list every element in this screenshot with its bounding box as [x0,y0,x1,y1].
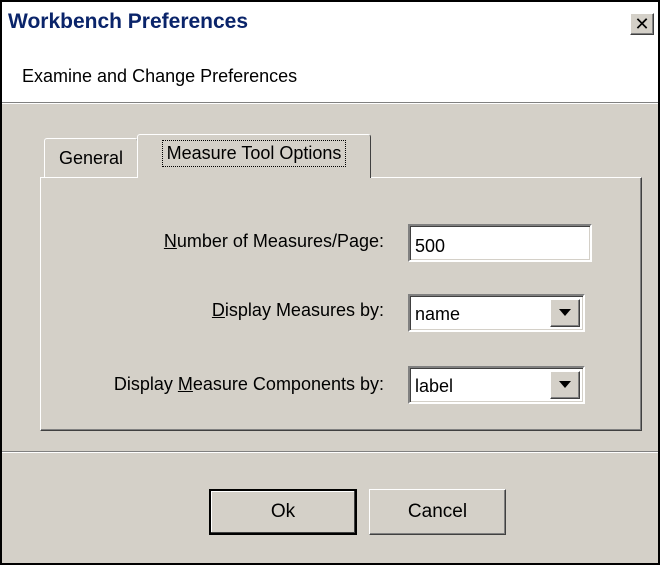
tab-general[interactable]: General [44,138,138,178]
close-button[interactable]: ✕ [630,13,654,35]
ok-button[interactable]: Ok [209,489,357,535]
footer-divider-highlight [2,452,658,453]
header-divider [2,103,658,104]
tab-panel-measure-tool-options [40,177,642,431]
tab-general-label: General [58,148,124,168]
cancel-button[interactable]: Cancel [369,489,506,535]
tab-measure-tool-options[interactable]: Measure Tool Options [137,134,371,178]
close-icon: ✕ [634,14,650,34]
dialog-header: Examine and Change Preferences [2,42,658,103]
tab-measure-tool-options-label: Measure Tool Options [161,140,347,167]
title-bar[interactable]: Workbench Preferences ✕ [2,2,658,42]
window-title: Workbench Preferences [8,10,249,33]
active-tab-join [138,176,367,179]
preferences-dialog: Workbench Preferences ✕ Examine and Chan… [0,0,660,565]
dialog-subtitle: Examine and Change Preferences [22,66,298,86]
